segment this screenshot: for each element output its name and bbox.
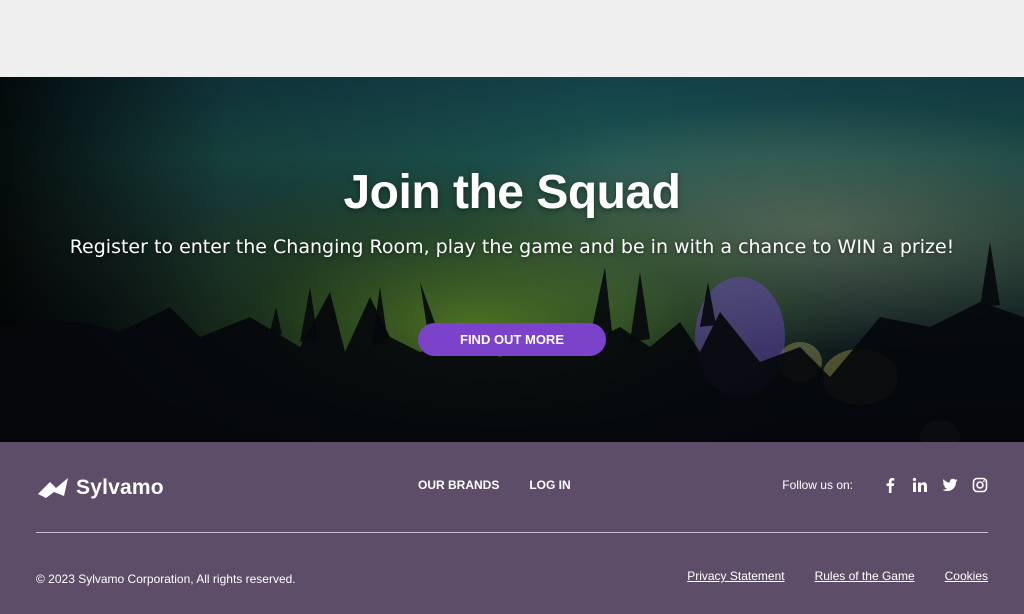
cookies-link[interactable]: Cookies bbox=[945, 569, 988, 583]
footer-divider bbox=[36, 532, 988, 533]
sylvamo-logo[interactable]: Sylvamo bbox=[36, 476, 164, 500]
linkedin-icon[interactable] bbox=[911, 476, 929, 494]
hero-subtitle: Register to enter the Changing Room, pla… bbox=[69, 236, 955, 258]
footer-nav: OUR BRANDS LOG IN bbox=[418, 478, 571, 492]
log-in-link[interactable]: LOG IN bbox=[529, 478, 570, 492]
find-out-more-button[interactable]: FIND OUT MORE bbox=[418, 323, 606, 356]
top-bar bbox=[0, 0, 1024, 77]
rules-of-the-game-link[interactable]: Rules of the Game bbox=[815, 569, 915, 583]
hero-banner: Join the Squad Register to enter the Cha… bbox=[0, 77, 1024, 442]
our-brands-link[interactable]: OUR BRANDS bbox=[418, 478, 499, 492]
logo-text: Sylvamo bbox=[76, 476, 164, 499]
twitter-icon[interactable] bbox=[941, 476, 959, 494]
hero-content: Join the Squad Register to enter the Cha… bbox=[0, 77, 1024, 442]
follow-label: Follow us on: bbox=[782, 478, 853, 492]
hero-title: Join the Squad bbox=[343, 166, 681, 219]
social-follow: Follow us on: bbox=[782, 476, 989, 494]
privacy-statement-link[interactable]: Privacy Statement bbox=[687, 569, 784, 583]
site-footer: Sylvamo OUR BRANDS LOG IN Follow us on: … bbox=[0, 442, 1024, 614]
legal-links: Privacy Statement Rules of the Game Cook… bbox=[687, 569, 988, 583]
copyright-text: © 2023 Sylvamo Corporation, All rights r… bbox=[36, 572, 296, 586]
facebook-icon[interactable] bbox=[881, 476, 899, 494]
instagram-icon[interactable] bbox=[971, 476, 989, 494]
sylvamo-logo-icon bbox=[38, 478, 68, 498]
